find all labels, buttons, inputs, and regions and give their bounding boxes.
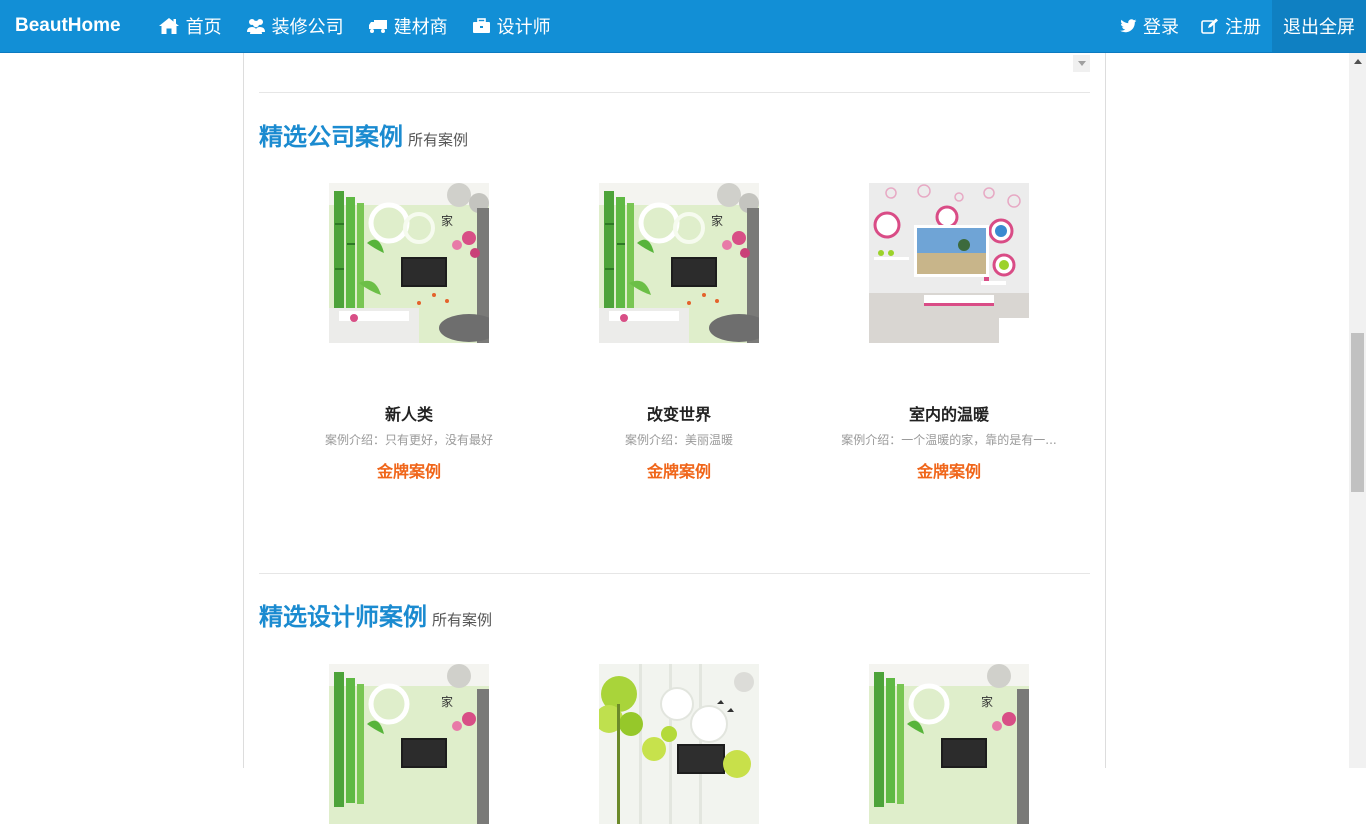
nav-home-label: 首页 <box>185 17 222 38</box>
bamboo-wall-image[interactable]: 家 <box>329 183 489 343</box>
scrollbar-thumb[interactable] <box>1351 333 1364 492</box>
scroll-up-button[interactable] <box>1349 53 1366 70</box>
designer-case-card[interactable] <box>544 664 814 824</box>
green-tree-wall-image[interactable] <box>599 664 759 824</box>
nav-designers-label: 设计师 <box>496 17 551 38</box>
gold-case-badge: 金牌案例 <box>646 462 711 481</box>
case-name[interactable]: 新人类 <box>274 401 544 425</box>
chevron-up-icon <box>1353 59 1362 64</box>
company-cases-more-link[interactable]: 所有案例 <box>408 129 468 150</box>
bamboo-wall-image[interactable]: 家 <box>599 183 759 343</box>
twitter-icon <box>1120 19 1137 33</box>
company-cases-title: 精选公司案例 <box>259 123 403 151</box>
top-navbar: BeautHome 首页 装修公司 建材商 设计师 登录 注册 退出全屏 <box>0 0 1366 53</box>
section-divider <box>259 573 1090 574</box>
brand-logo[interactable]: BeautHome <box>0 0 136 52</box>
svg-text:家: 家 <box>441 694 453 709</box>
svg-text:家: 家 <box>981 694 993 709</box>
content-panel: 精选公司案例 所有案例 家 新人类 案例介绍：只有更好，没有最好 金牌案例 家 … <box>243 53 1106 824</box>
case-card[interactable]: 家 改变世界 案例介绍：美丽温暖 金牌案例 <box>544 183 814 482</box>
bamboo-wall-image[interactable]: 家 <box>869 664 1029 824</box>
designer-cases-title: 精选设计师案例 <box>259 603 427 631</box>
truck-icon <box>368 20 387 33</box>
register-label: 注册 <box>1225 17 1261 38</box>
case-description: 案例介绍：美丽温暖 <box>624 433 733 447</box>
designer-cases-header: 精选设计师案例 所有案例 <box>259 597 492 632</box>
register-link[interactable]: 注册 <box>1190 0 1272 52</box>
home-icon <box>158 18 179 34</box>
chevron-down-icon <box>1077 61 1086 66</box>
case-description: 案例介绍：只有更好，没有最好 <box>324 433 493 447</box>
exit-fullscreen-button[interactable]: 退出全屏 <box>1272 0 1366 52</box>
designer-cases-more-link[interactable]: 所有案例 <box>432 609 492 630</box>
gold-case-badge: 金牌案例 <box>916 462 981 481</box>
users-icon <box>246 19 265 34</box>
main-nav: 首页 装修公司 建材商 设计师 <box>146 0 563 52</box>
nav-designers[interactable]: 设计师 <box>460 0 563 52</box>
user-nav: 登录 注册 退出全屏 <box>1109 0 1366 52</box>
case-description: 案例介绍：一个温暖的家，靠的是有一... <box>841 433 1057 447</box>
bamboo-wall-image[interactable]: 家 <box>329 664 489 824</box>
svg-text:家: 家 <box>711 213 723 228</box>
designer-case-card[interactable]: 家 <box>274 664 544 824</box>
nav-companies-label: 装修公司 <box>271 17 344 38</box>
briefcase-icon <box>472 18 490 33</box>
company-cases-header: 精选公司案例 所有案例 <box>259 117 468 152</box>
login-link[interactable]: 登录 <box>1109 0 1190 52</box>
case-card[interactable]: 室内的温暖 案例介绍：一个温暖的家，靠的是有一... 金牌案例 <box>814 183 1084 482</box>
login-label: 登录 <box>1143 17 1179 38</box>
circles-wall-image[interactable] <box>869 183 1029 343</box>
gold-case-badge: 金牌案例 <box>376 462 441 481</box>
nav-materials[interactable]: 建材商 <box>356 0 460 52</box>
nav-home[interactable]: 首页 <box>146 0 234 52</box>
case-card[interactable]: 家 新人类 案例介绍：只有更好，没有最好 金牌案例 <box>274 183 544 482</box>
svg-text:家: 家 <box>441 213 453 228</box>
case-name[interactable]: 室内的温暖 <box>814 401 1084 425</box>
nav-companies[interactable]: 装修公司 <box>234 0 356 52</box>
edit-icon <box>1201 18 1218 34</box>
scroll-down-button[interactable] <box>1073 55 1090 72</box>
designer-case-card[interactable]: 家 <box>814 664 1084 824</box>
section-divider <box>259 92 1090 93</box>
case-name[interactable]: 改变世界 <box>544 401 814 425</box>
nav-materials-label: 建材商 <box>393 17 448 38</box>
